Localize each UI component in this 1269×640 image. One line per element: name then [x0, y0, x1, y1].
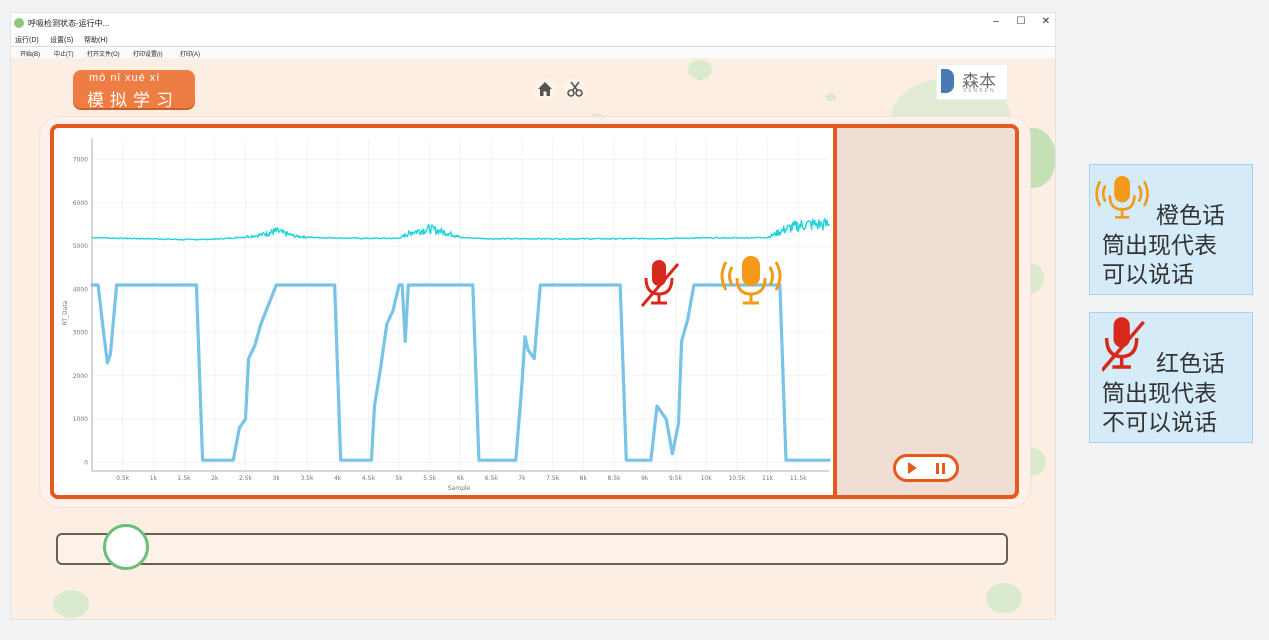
x-tick-label: 1k	[150, 475, 158, 482]
mic-speaking-icon	[1095, 176, 1149, 219]
x-tick-label: 7k	[518, 475, 526, 482]
toolbar-open-file[interactable]: 打开文件(O)	[87, 49, 120, 58]
maximize-button[interactable]: ☐	[1014, 16, 1028, 27]
progress-slider-knob[interactable]	[103, 524, 150, 570]
y-tick-label: 4000	[73, 286, 88, 293]
legend-red-line1: 红色话	[1156, 350, 1225, 376]
x-tick-label: 6.5k	[485, 475, 499, 482]
y-tick-label: 5000	[73, 243, 88, 250]
x-axis-label: Sample	[448, 485, 471, 492]
scissors-button[interactable]	[564, 79, 586, 99]
play-pause-control[interactable]	[893, 454, 959, 482]
scissors-icon	[567, 81, 583, 97]
home-icon	[538, 82, 552, 96]
title-bar: 呼吸检测状态-运行中... – ☐ ✕	[11, 13, 1055, 34]
y-tick-label: 2000	[73, 373, 88, 380]
x-tick-label: 9.5k	[669, 475, 683, 482]
leaf-decoration	[53, 590, 89, 618]
play-icon[interactable]	[908, 462, 917, 474]
y-axis-label: RT_Data	[62, 300, 69, 325]
toolbar-stop[interactable]: 中止(T)	[54, 49, 74, 58]
leaf-decoration	[986, 583, 1022, 613]
toolbar-start[interactable]: 开始(B)	[20, 49, 40, 58]
mode-badge: mó nǐ xué xí 模拟学习	[73, 70, 195, 110]
legend-orange-line1: 橙色话	[1156, 202, 1225, 228]
x-tick-label: 10k	[701, 475, 713, 482]
x-tick-label: 11k	[762, 475, 774, 482]
x-tick-label: 5.5k	[423, 475, 437, 482]
x-tick-label: 8.5k	[608, 475, 622, 482]
x-tick-label: 10.5k	[728, 475, 745, 482]
mic-muted-icon	[1102, 317, 1146, 372]
x-tick-label: 9k	[641, 475, 649, 482]
breath-chart: 0 1000 2000 3000 4000 5000 6000 7000 0.5k 1k 1.5k…	[62, 138, 831, 492]
close-button[interactable]: ✕	[1039, 16, 1053, 27]
legend-orange: 橙色话 筒出现代表 可以说话	[1089, 164, 1253, 295]
x-tick-label: 2.5k	[239, 475, 253, 482]
side-panel	[833, 124, 1019, 499]
pause-icon[interactable]	[936, 463, 945, 474]
logo-subtitle: SENBEN	[963, 88, 996, 94]
badge-pinyin: mó nǐ xué xí	[89, 72, 161, 84]
legend-orange-line3: 可以说话	[1102, 261, 1194, 287]
y-tick-label: 0	[84, 459, 88, 466]
toolbar-print[interactable]: 打印(A)	[180, 49, 200, 58]
y-tick-label: 6000	[73, 200, 88, 207]
menu-help[interactable]: 帮助(H)	[84, 35, 108, 45]
home-button[interactable]	[534, 79, 556, 99]
leaf-decoration	[688, 60, 712, 80]
logo-mark-icon	[941, 69, 954, 93]
x-tick-label: 2k	[211, 475, 219, 482]
x-tick-label: 0.5k	[116, 475, 130, 482]
x-tick-label: 3.5k	[300, 475, 314, 482]
app-window: 呼吸检测状态-运行中... – ☐ ✕ 运行(D) 设置(S) 帮助(H) 开始…	[10, 12, 1056, 620]
app-logo-icon	[14, 18, 24, 28]
menu-run[interactable]: 运行(D)	[15, 35, 39, 45]
legend-red-line2: 筒出现代表	[1102, 380, 1217, 406]
mic-speaking-icon	[720, 256, 782, 305]
toolbar-print-settings[interactable]: 打印设置(I)	[133, 49, 163, 58]
x-tick-label: 6k	[457, 475, 465, 482]
legend-orange-line2: 筒出现代表	[1102, 232, 1217, 258]
leaf-decoration	[826, 93, 836, 101]
y-tick-label: 1000	[73, 416, 88, 423]
main-content: mó nǐ xué xí 模拟学习 森本 SENBEN 0 1000 2000 …	[11, 58, 1055, 619]
x-tick-label: 1.5k	[178, 475, 192, 482]
x-tick-label: 5k	[395, 475, 403, 482]
y-tick-label: 3000	[73, 330, 88, 337]
progress-slider-track[interactable]	[56, 533, 1008, 565]
x-tick-label: 3k	[273, 475, 281, 482]
x-tick-label: 11.5k	[790, 475, 807, 482]
x-tick-label: 4.5k	[362, 475, 376, 482]
menu-bar: 运行(D) 设置(S) 帮助(H)	[11, 34, 1055, 45]
mic-muted-icon	[640, 260, 680, 307]
senben-logo: 森本 SENBEN	[936, 64, 1008, 100]
y-tick-label: 7000	[73, 157, 88, 164]
legend-red-line3: 不可以说话	[1102, 409, 1217, 435]
badge-title: 模拟学习	[87, 91, 179, 110]
x-tick-label: 4k	[334, 475, 342, 482]
minimize-button[interactable]: –	[989, 16, 1003, 27]
chart-frame: 0 1000 2000 3000 4000 5000 6000 7000 0.5k 1k 1.5k…	[50, 124, 843, 499]
x-tick-label: 7.5k	[546, 475, 560, 482]
menu-settings[interactable]: 设置(S)	[50, 35, 73, 45]
window-title: 呼吸检测状态-运行中...	[28, 19, 110, 28]
x-tick-label: 8k	[580, 475, 588, 482]
legend-red: 红色话 筒出现代表 不可以说话	[1089, 312, 1253, 443]
